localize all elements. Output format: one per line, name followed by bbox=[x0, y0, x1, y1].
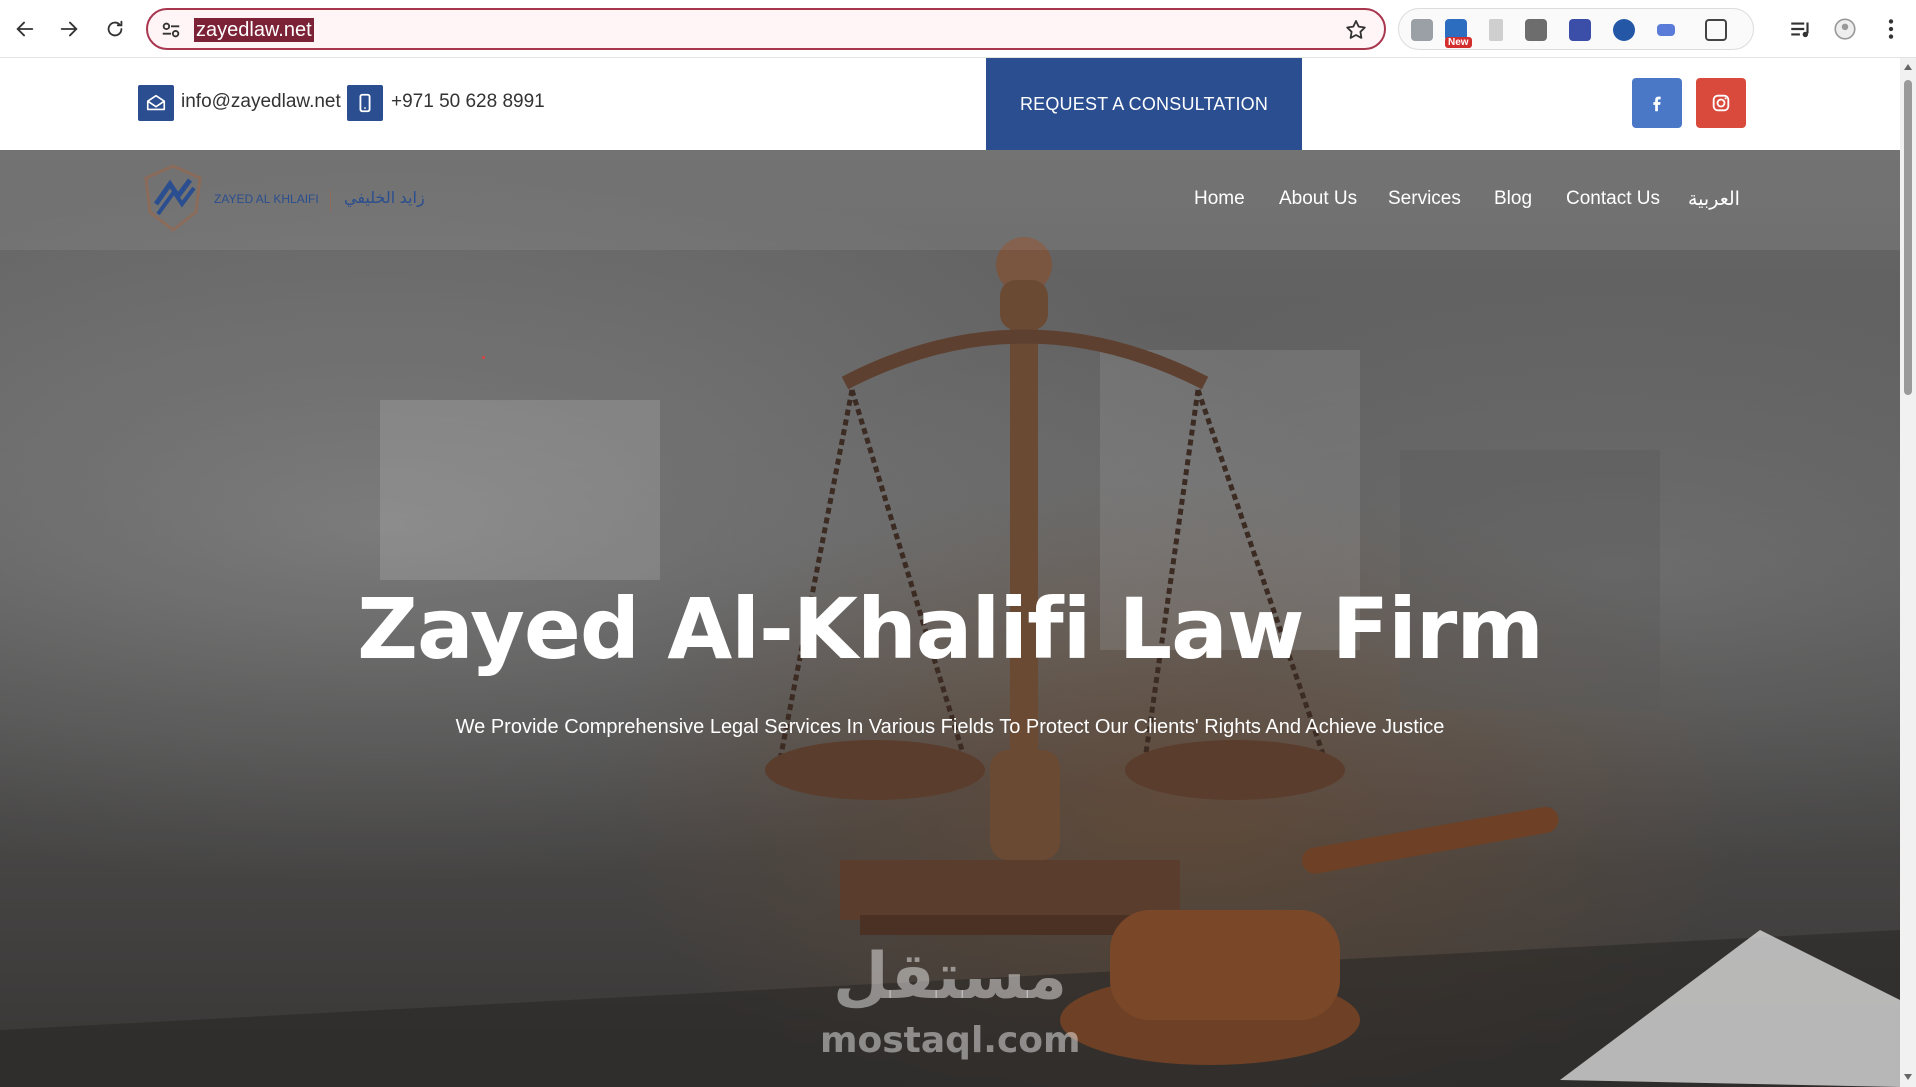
instagram-button[interactable] bbox=[1696, 78, 1746, 128]
bookmark-star-icon[interactable] bbox=[1344, 18, 1368, 42]
site-info-icon[interactable] bbox=[160, 19, 182, 41]
facebook-icon bbox=[1653, 96, 1661, 112]
media-control-icon[interactable] bbox=[1788, 16, 1814, 42]
circle-extension-icon[interactable] bbox=[1613, 19, 1635, 41]
watermark-logo-en: mostaql.com bbox=[820, 1020, 1081, 1061]
profile-icon[interactable] bbox=[1832, 16, 1858, 42]
email-link[interactable]: info@zayedlaw.net bbox=[181, 91, 341, 113]
nav-services[interactable]: Services bbox=[1388, 188, 1461, 210]
nav-contact-us[interactable]: Contact Us bbox=[1566, 188, 1660, 210]
pen-extension-icon[interactable] bbox=[1489, 19, 1503, 41]
new-badge: New bbox=[1445, 37, 1472, 48]
menu-kebab-icon[interactable] bbox=[1878, 16, 1904, 42]
nav-blog[interactable]: Blog bbox=[1494, 188, 1532, 210]
cursor-dot bbox=[482, 356, 485, 359]
tb-extension-icon[interactable] bbox=[1525, 19, 1547, 41]
facebook-button[interactable] bbox=[1632, 78, 1682, 128]
phone-link[interactable]: +971 50 628 8991 bbox=[391, 91, 545, 113]
instagram-icon bbox=[1712, 94, 1730, 112]
url-text[interactable]: zayedlaw.net bbox=[194, 18, 314, 42]
scroll-down-arrow-icon[interactable] bbox=[1904, 1074, 1912, 1080]
grid-extension-icon[interactable] bbox=[1569, 19, 1591, 41]
arrow-left-icon bbox=[16, 21, 34, 37]
nav-home[interactable]: Home bbox=[1194, 188, 1245, 210]
logo-name-ar: زايد الخليفي bbox=[344, 190, 425, 207]
hero-subtitle: We Provide Comprehensive Legal Services … bbox=[455, 716, 1445, 738]
scroll-thumb[interactable] bbox=[1904, 80, 1912, 395]
code-extension-icon[interactable] bbox=[1411, 19, 1433, 41]
nav-about-us[interactable]: About Us bbox=[1279, 188, 1357, 210]
browser-toolbar: zayedlaw.net New bbox=[0, 0, 1916, 58]
web-page: info@zayedlaw.net +971 50 628 8991 REQUE… bbox=[0, 58, 1900, 1087]
forward-button[interactable] bbox=[54, 14, 84, 44]
request-consultation-button[interactable]: REQUEST A CONSULTATION bbox=[986, 58, 1302, 150]
site-logo[interactable]: ZAYED AL KHLAIFI زايد الخليفي bbox=[140, 160, 450, 240]
logo-divider bbox=[330, 190, 331, 212]
scroll-up-arrow-icon[interactable] bbox=[1904, 64, 1912, 70]
address-bar[interactable]: zayedlaw.net bbox=[146, 8, 1386, 50]
hero-section: ZAYED AL KHLAIFI زايد الخليفي Home About… bbox=[0, 150, 1900, 1087]
envelope-icon bbox=[138, 85, 174, 121]
watermark-logo-ar: مستقل bbox=[832, 940, 1068, 1014]
back-button[interactable] bbox=[10, 14, 40, 44]
reload-button[interactable] bbox=[100, 14, 130, 44]
phone-icon bbox=[347, 85, 383, 121]
arrow-right-icon bbox=[60, 21, 78, 37]
shield-logo-icon bbox=[144, 164, 202, 232]
reload-icon bbox=[107, 20, 123, 37]
page-scrollbar[interactable] bbox=[1900, 58, 1916, 1087]
hero-title: Zayed Al-Khalifi Law Firm bbox=[357, 580, 1544, 678]
nav-arabic-language[interactable]: العربية bbox=[1688, 188, 1740, 211]
logo-name-en: ZAYED AL KHLAIFI bbox=[214, 192, 319, 206]
w-extension-icon[interactable] bbox=[1657, 24, 1675, 36]
contact-topbar: info@zayedlaw.net +971 50 628 8991 REQUE… bbox=[0, 58, 1900, 150]
extensions-group: New bbox=[1398, 8, 1754, 50]
puzzle-extensions-icon[interactable] bbox=[1705, 19, 1727, 41]
